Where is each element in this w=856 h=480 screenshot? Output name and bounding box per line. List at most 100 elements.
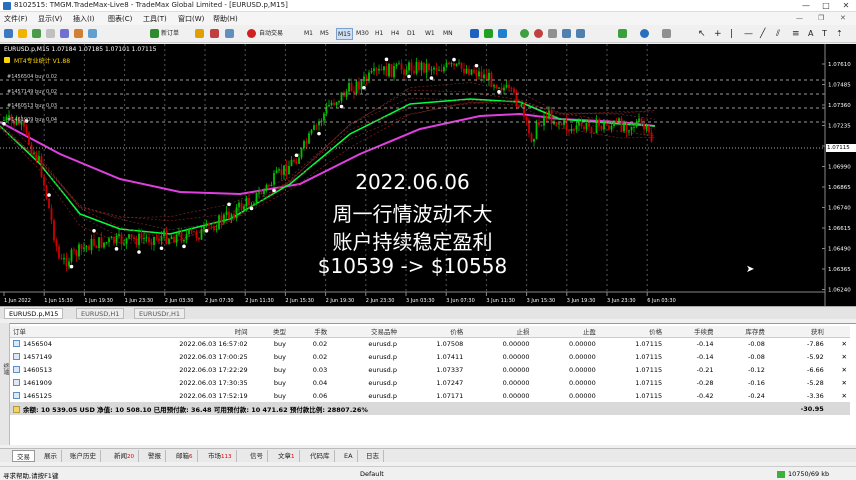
periods-icon[interactable]	[640, 29, 649, 38]
order-row[interactable]: 1460513 2022.06.03 17:22:29 buy 0.03 eur…	[10, 363, 850, 376]
market-watch-icon[interactable]	[32, 29, 41, 38]
close-order-icon[interactable]: ✕	[827, 376, 850, 389]
col-current-price[interactable]: 价格	[598, 326, 666, 338]
close-order-icon[interactable]: ✕	[827, 350, 850, 363]
tf-w1-button[interactable]: W1	[425, 28, 435, 40]
tab-exposure[interactable]: 展示	[40, 450, 62, 462]
chart-tab[interactable]: EURUSD,H1	[76, 308, 125, 319]
menu-window[interactable]: 窗口(W)	[178, 14, 204, 24]
order-row[interactable]: 1457149 2022.06.03 17:00:25 buy 0.02 eur…	[10, 350, 850, 363]
terminal-icon[interactable]	[74, 29, 83, 38]
col-swap[interactable]: 库存费	[716, 326, 768, 338]
tab-code-base[interactable]: 代码库	[306, 450, 335, 462]
col-type[interactable]: 类型	[250, 326, 289, 338]
price-chart[interactable]: 1.07610 1.07485 1.07360 1.07235 1.07115 1.069…	[0, 44, 856, 306]
col-tp[interactable]: 止盈	[532, 326, 599, 338]
close-order-icon[interactable]: ✕	[827, 363, 850, 376]
menu-charts[interactable]: 图表(C)	[108, 14, 132, 24]
menu-file[interactable]: 文件(F)	[4, 14, 28, 24]
minimize-button[interactable]: —	[796, 0, 816, 12]
menu-tools[interactable]: 工具(T)	[143, 14, 167, 24]
col-sl[interactable]: 止损	[466, 326, 533, 338]
text-tool-icon[interactable]: A	[808, 28, 813, 40]
autoscroll-icon[interactable]	[576, 29, 585, 38]
market-icon[interactable]	[225, 29, 234, 38]
chart-shift-icon[interactable]	[562, 29, 571, 38]
col-time[interactable]: 时间	[100, 326, 251, 338]
strategy-tester-icon[interactable]	[88, 29, 97, 38]
child-close-button[interactable]: ✕	[840, 14, 846, 22]
tab-mailbox[interactable]: 邮箱6	[172, 450, 198, 462]
trendline-icon[interactable]: ╱	[760, 28, 765, 40]
cursor-icon[interactable]: ↖	[698, 28, 706, 40]
new-order-button[interactable]: 新订单	[161, 28, 179, 40]
chart-tab[interactable]: EURUSDr,H1	[134, 308, 186, 319]
auto-trading-button[interactable]: 自动交易	[259, 28, 283, 40]
chart-tabs: EURUSD.p,M15 EURUSD,H1 EURUSDr,H1	[0, 306, 856, 319]
menu-view[interactable]: 显示(V)	[38, 14, 62, 24]
candle-body	[425, 63, 428, 73]
candlestick-icon[interactable]	[484, 29, 493, 38]
crosshair-icon[interactable]: +	[714, 28, 722, 40]
tab-trade[interactable]: 交易	[12, 450, 35, 462]
close-order-icon[interactable]: ✕	[827, 337, 850, 350]
tf-h4-button[interactable]: H4	[391, 28, 399, 40]
order-row[interactable]: 1461909 2022.06.03 17:30:35 buy 0.04 eur…	[10, 376, 850, 389]
child-restore-button[interactable]: ❐	[818, 14, 824, 22]
vertical-line-icon[interactable]: |	[730, 28, 733, 40]
tf-h1-button[interactable]: H1	[375, 28, 383, 40]
profiles-icon[interactable]	[18, 29, 27, 38]
order-time: 2022.06.03 17:00:25	[179, 352, 248, 361]
label-tool-icon[interactable]: T	[822, 28, 827, 40]
tab-signals[interactable]: 信号	[246, 450, 268, 462]
chart-tab[interactable]: EURUSD.p,M15	[4, 308, 64, 319]
metaeditor-icon[interactable]	[195, 29, 204, 38]
close-order-icon[interactable]: ✕	[827, 389, 850, 402]
order-row[interactable]: 1465125 2022.06.03 17:52:19 buy 0.06 eur…	[10, 389, 850, 402]
order-swap: -0.08	[748, 352, 765, 361]
line-chart-icon[interactable]	[498, 29, 507, 38]
candle-body	[410, 62, 413, 71]
col-price[interactable]: 价格	[399, 326, 467, 338]
tab-market[interactable]: 市场113	[204, 450, 237, 462]
equidistant-channel-icon[interactable]: ⫽	[776, 28, 780, 40]
tile-windows-icon[interactable]	[548, 29, 557, 38]
templates-icon[interactable]	[662, 29, 671, 38]
col-profit[interactable]: 获利	[767, 326, 827, 338]
col-order[interactable]: 订单	[10, 326, 101, 338]
indicators-icon[interactable]	[618, 29, 627, 38]
maximize-button[interactable]: □	[816, 0, 836, 12]
tf-m5-button[interactable]: M5	[320, 28, 329, 40]
time-tick-label: 1 Jun 2022	[4, 298, 31, 304]
col-commission[interactable]: 手续费	[665, 326, 717, 338]
navigator-icon[interactable]	[60, 29, 69, 38]
signals-icon[interactable]	[210, 29, 219, 38]
zoom-out-icon[interactable]	[534, 29, 543, 38]
tf-m15-button[interactable]: M15	[336, 28, 353, 40]
candle-body	[645, 125, 648, 130]
tab-experts[interactable]: EA	[340, 450, 358, 462]
tab-alerts[interactable]: 警报	[144, 450, 166, 462]
col-lots[interactable]: 手数	[288, 326, 331, 338]
tab-news[interactable]: 新闻20	[110, 450, 139, 462]
data-window-icon[interactable]	[46, 29, 55, 38]
tf-m30-button[interactable]: M30	[356, 28, 369, 40]
menu-help[interactable]: 帮助(H)	[213, 14, 238, 24]
bar-chart-icon[interactable]	[470, 29, 479, 38]
tab-journal[interactable]: 日志	[362, 450, 384, 462]
zoom-in-icon[interactable]	[520, 29, 529, 38]
child-minimize-button[interactable]: —	[796, 14, 803, 22]
horizontal-line-icon[interactable]: —	[744, 28, 753, 40]
arrows-tool-icon[interactable]: ⇡	[836, 28, 843, 40]
fibonacci-icon[interactable]: ≡	[792, 28, 800, 40]
tf-mn-button[interactable]: MN	[443, 28, 453, 40]
tab-account-history[interactable]: 账户历史	[66, 450, 101, 462]
tab-articles[interactable]: 文章1	[274, 450, 300, 462]
menu-insert[interactable]: 插入(I)	[73, 14, 95, 24]
col-symbol[interactable]: 交易品种	[330, 326, 400, 338]
tf-d1-button[interactable]: D1	[407, 28, 415, 40]
order-row[interactable]: 1456504 2022.06.03 16:57:02 buy 0.02 eur…	[10, 337, 850, 350]
tf-m1-button[interactable]: M1	[304, 28, 313, 40]
close-button[interactable]: ✕	[836, 0, 856, 12]
new-chart-icon[interactable]	[4, 29, 13, 38]
